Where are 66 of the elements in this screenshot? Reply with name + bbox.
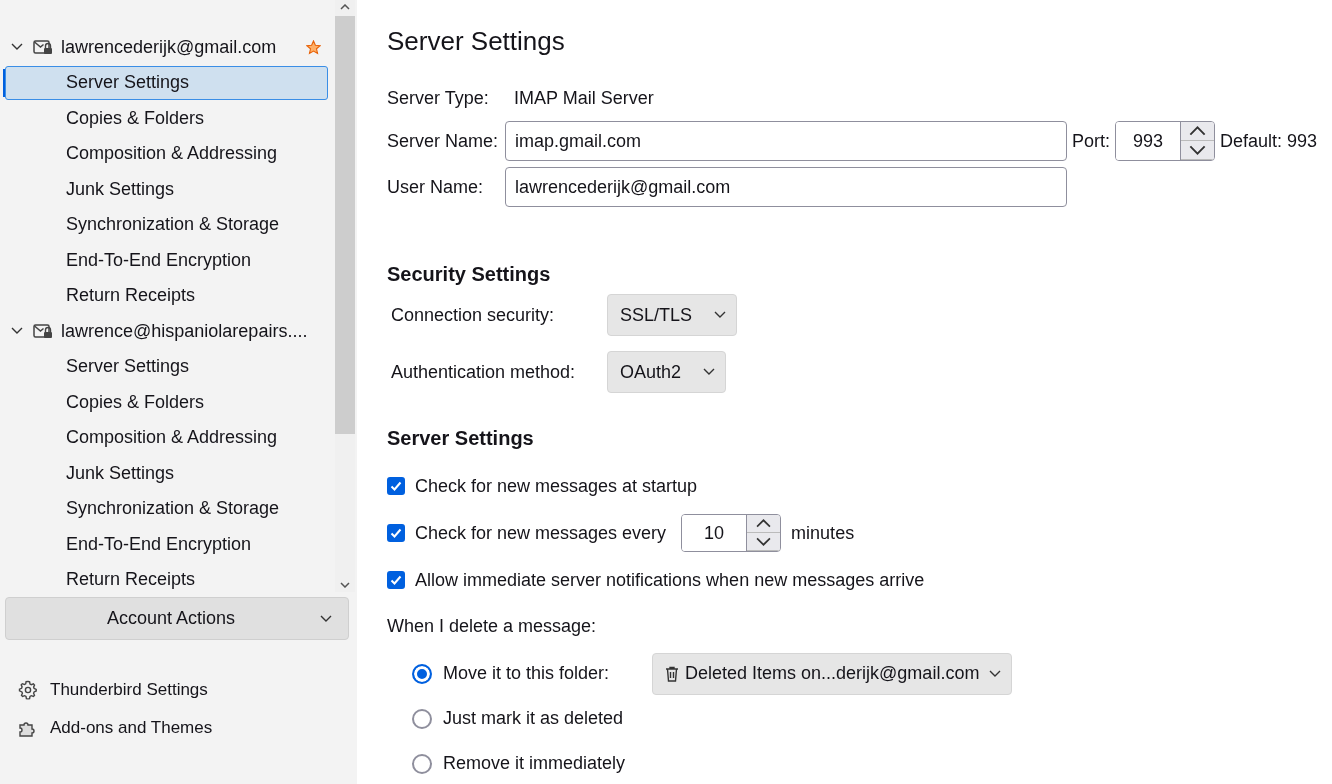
dropdown[interactable]: OAuth2 xyxy=(607,351,727,393)
server-type-value: IMAP Mail Server xyxy=(513,86,655,110)
radio-button[interactable] xyxy=(412,708,432,729)
sidebar-item[interactable]: Server Settings xyxy=(5,65,328,100)
radio-label: Remove it immediately xyxy=(443,753,627,774)
section-heading: Security Settings xyxy=(387,263,552,286)
sidebar-item[interactable]: Copies & Folders xyxy=(5,385,328,420)
sidebar-item[interactable]: Server Settings xyxy=(5,349,328,384)
mail-lock-icon xyxy=(33,323,53,340)
account-row[interactable]: lawrencederijk@gmail.com xyxy=(0,30,335,65)
chevron-icon xyxy=(320,614,332,623)
sidebar-item[interactable]: Copies & Folders xyxy=(5,101,328,136)
footer-link[interactable]: Thunderbird Settings xyxy=(18,680,357,700)
checkbox-label: Check for new messages at startup xyxy=(415,475,698,497)
mail-lock-icon xyxy=(33,39,53,56)
sidebar-item[interactable]: End-To-End Encryption xyxy=(5,527,328,562)
interval-spinner[interactable]: 10 xyxy=(681,514,782,552)
default-port-label: Default: 993 xyxy=(1220,130,1318,152)
scroll-down-icon[interactable] xyxy=(340,582,350,588)
checkbox-label: Allow immediate server notifications when new messages arrive xyxy=(415,569,925,591)
sidebar-item[interactable]: Composition & Addressing xyxy=(5,136,328,171)
star-icon xyxy=(306,39,321,55)
sidebar-item[interactable]: End-To-End Encryption xyxy=(5,243,328,278)
checkbox-label: Check for new messages every xyxy=(415,522,667,544)
footer-link[interactable]: Add-ons and Themes xyxy=(18,718,357,738)
folder-dropdown[interactable]: Deleted Items on...derijk@gmail.com xyxy=(652,652,1013,695)
account-row[interactable]: lawrence@hispaniolarepairs.... xyxy=(0,314,335,349)
unit-label: minutes xyxy=(791,522,855,544)
server-name-field[interactable]: imap.gmail.com xyxy=(505,121,1067,161)
scroll-up-icon[interactable] xyxy=(340,4,350,10)
field-label: User Name: xyxy=(387,175,485,199)
account-name: lawrencederijk@gmail.com xyxy=(61,36,278,58)
radio-label: Just mark it as deleted xyxy=(443,708,625,729)
trash-icon xyxy=(665,665,679,682)
sidebar-item[interactable]: Composition & Addressing xyxy=(5,420,328,455)
radio-button[interactable] xyxy=(412,663,432,684)
field-label: Connection security: xyxy=(391,304,555,326)
radio-button[interactable] xyxy=(412,753,432,774)
chevron-icon xyxy=(714,311,727,319)
dropdown[interactable]: SSL/TLS xyxy=(607,294,738,336)
chevron-icon[interactable] xyxy=(11,327,23,336)
chevron-icon xyxy=(703,368,716,376)
chevron-icon xyxy=(989,669,1002,678)
field-label: Authentication method: xyxy=(391,361,576,383)
checkbox[interactable] xyxy=(387,477,405,495)
delete-label: When I delete a message: xyxy=(387,616,598,637)
radio-label: Move it to this folder: xyxy=(443,663,611,684)
sidebar-item[interactable]: Junk Settings xyxy=(5,172,328,207)
sidebar-item[interactable]: Synchronization & Storage xyxy=(5,207,328,242)
field-label: Server Name: xyxy=(387,129,500,153)
checkbox[interactable] xyxy=(387,571,405,589)
port-spinner[interactable]: 993 xyxy=(1115,121,1215,161)
sidebar-item[interactable]: Junk Settings xyxy=(5,456,328,491)
field-label: Server Type: xyxy=(387,86,490,110)
field-label: Port: xyxy=(1072,130,1110,152)
account-name: lawrence@hispaniolarepairs.... xyxy=(61,320,309,342)
chevron-icon[interactable] xyxy=(11,43,23,52)
sidebar-item[interactable]: Return Receipts xyxy=(5,562,328,597)
sidebar-item[interactable]: Synchronization & Storage xyxy=(5,491,328,526)
page-title: Server Settings xyxy=(387,26,566,57)
account-actions-button[interactable]: Account Actions xyxy=(5,597,349,640)
gear-icon xyxy=(18,680,38,700)
sidebar-item[interactable]: Return Receipts xyxy=(5,278,328,313)
checkbox[interactable] xyxy=(387,524,405,542)
section-heading: Server Settings xyxy=(387,427,535,450)
user-name-field[interactable]: lawrencederijk@gmail.com xyxy=(505,167,1067,207)
